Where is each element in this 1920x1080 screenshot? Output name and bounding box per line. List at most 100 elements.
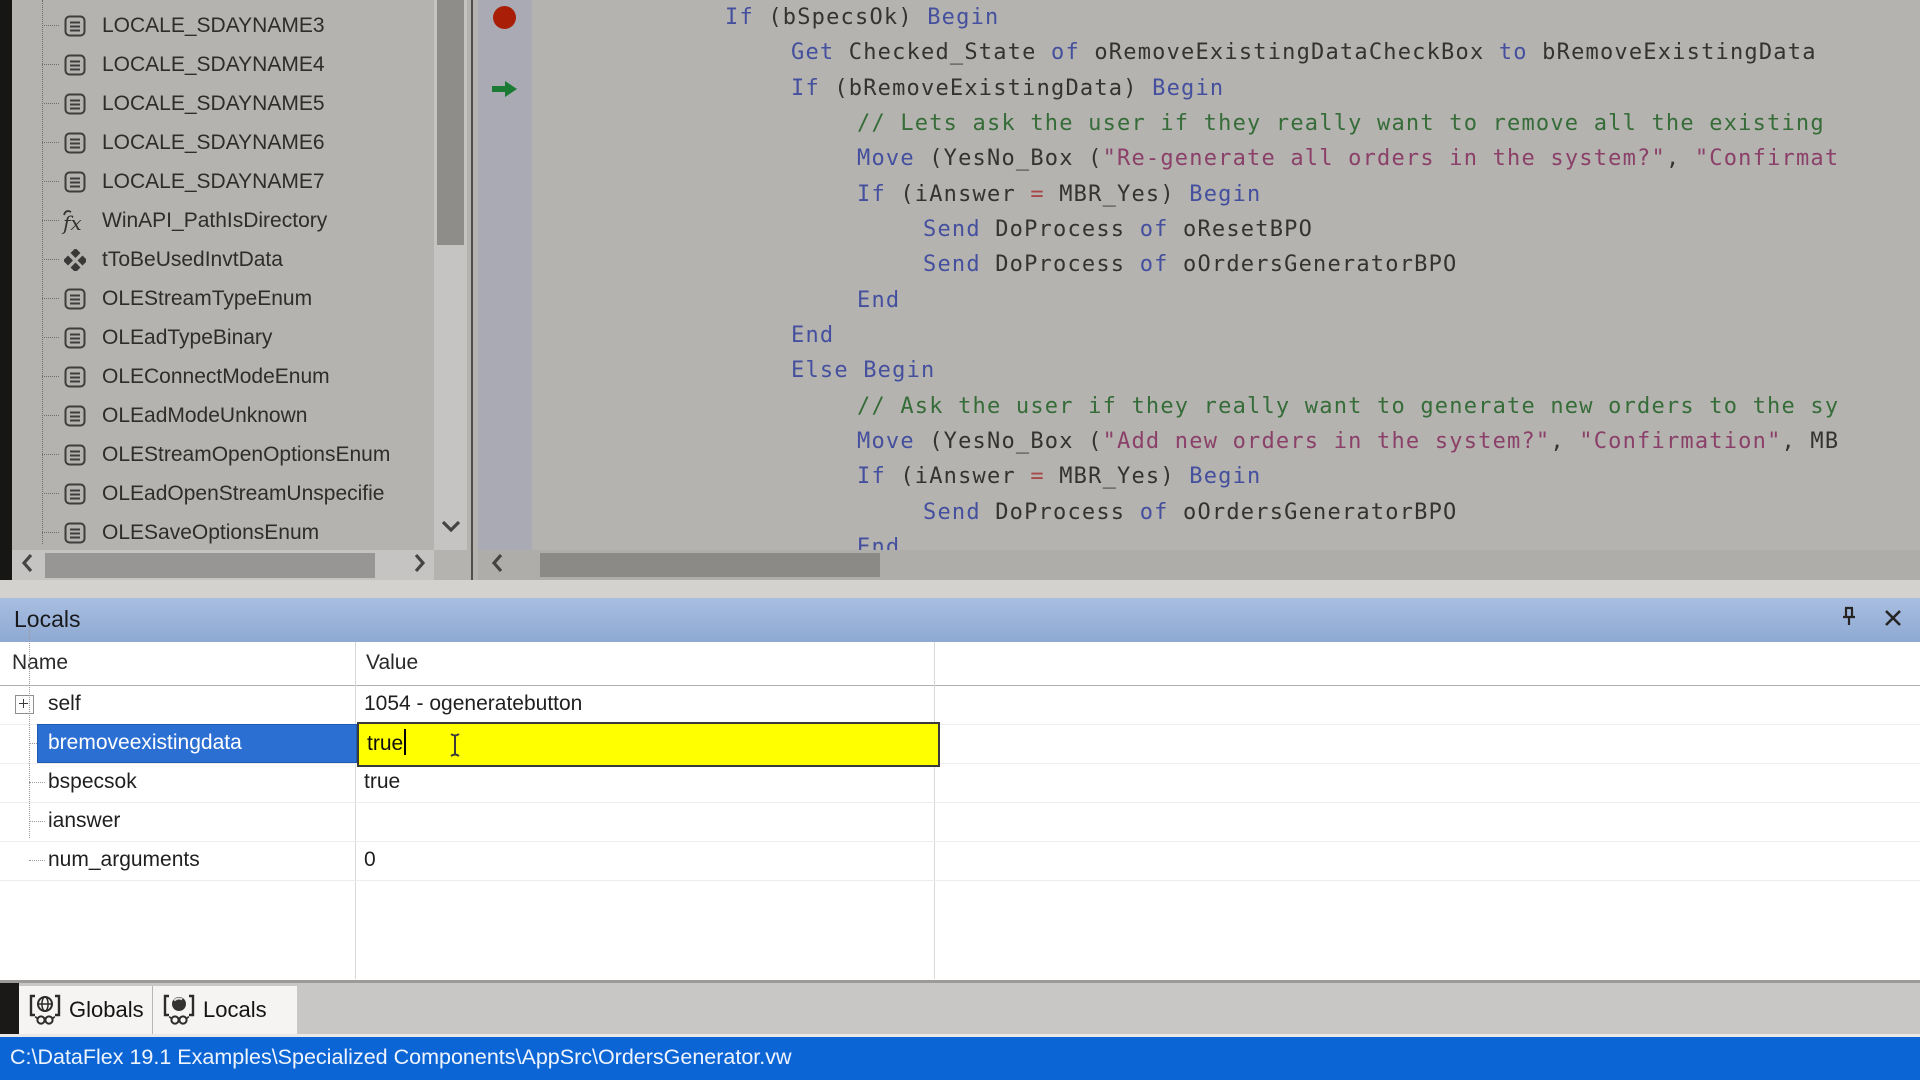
- tree-item-label: LOCALE_SDAYNAME4: [102, 53, 325, 77]
- scroll-down-button[interactable]: [434, 512, 467, 546]
- enum-icon: [63, 287, 87, 311]
- status-bar: C:\DataFlex 19.1 Examples\Specialized Co…: [0, 1037, 1920, 1080]
- tree-item-label: tToBeUsedInvtData: [102, 248, 283, 272]
- tree-item[interactable]: tToBeUsedInvtData: [12, 240, 434, 279]
- value-edit-box[interactable]: true: [357, 722, 940, 767]
- enum-icon: [63, 170, 87, 194]
- tree-connector: [29, 860, 45, 861]
- enum-icon: [63, 443, 87, 467]
- locals-panel-title: Locals: [14, 598, 80, 640]
- tree-item[interactable]: OLEadTypeBinary: [12, 318, 434, 357]
- tree-connector: [42, 64, 59, 65]
- variable-name: bspecsok: [48, 763, 137, 801]
- variable-value[interactable]: 0: [364, 841, 376, 879]
- enum-icon: [63, 131, 87, 155]
- splitter-strip[interactable]: [0, 580, 1920, 598]
- ide-window: LOCALE_SDAYNAME3 LOCALE_SDAYNAME4 LOCALE_S…: [0, 0, 1920, 1080]
- tree-vertical-scrollbar-thumb[interactable]: [437, 0, 464, 245]
- editor-horizontal-scrollbar[interactable]: [478, 550, 1920, 580]
- tree-connector: [42, 454, 59, 455]
- chevron-down-icon: [439, 519, 463, 539]
- symbol-tree: LOCALE_SDAYNAME3 LOCALE_SDAYNAME4 LOCALE_S…: [12, 6, 434, 550]
- locals-row[interactable]: self 1054 - ogeneratebutton: [0, 685, 1920, 725]
- tree-horizontal-scrollbar-thumb[interactable]: [45, 553, 375, 578]
- expand-plus-icon[interactable]: [15, 695, 34, 714]
- enum-icon: [63, 14, 87, 38]
- tree-item[interactable]: OLEStreamTypeEnum: [12, 279, 434, 318]
- tab-locals[interactable]: Locals: [152, 986, 297, 1034]
- tree-item[interactable]: LOCALE_SDAYNAME3: [12, 6, 434, 45]
- symbol-tree-panel: LOCALE_SDAYNAME3 LOCALE_SDAYNAME4 LOCALE_S…: [12, 0, 434, 550]
- column-header-value[interactable]: Value: [366, 642, 418, 684]
- tree-item-label: LOCALE_SDAYNAME7: [102, 170, 325, 194]
- enum-icon: [63, 482, 87, 506]
- tab-globals[interactable]: Globals: [19, 986, 152, 1034]
- tree-item[interactable]: LOCALE_SDAYNAME6: [12, 123, 434, 162]
- tree-item[interactable]: OLESaveOptionsEnum: [12, 513, 434, 550]
- enum-icon: [63, 365, 87, 389]
- debug-tab-bar: Globals Locals: [0, 983, 1920, 1034]
- func-icon: fx: [63, 209, 87, 233]
- tree-item[interactable]: LOCALE_SDAYNAME7: [12, 162, 434, 201]
- pin-button[interactable]: [1834, 605, 1864, 635]
- tree-item-label: OLESaveOptionsEnum: [102, 521, 319, 545]
- variable-name: ianswer: [48, 802, 120, 840]
- tree-item-label: OLEadOpenStreamUnspecifie: [102, 482, 385, 506]
- current-file-path: C:\DataFlex 19.1 Examples\Specialized Co…: [10, 1037, 792, 1078]
- tree-item[interactable]: LOCALE_SDAYNAME5: [12, 84, 434, 123]
- tree-connector: [42, 25, 59, 26]
- tab-label: Globals: [69, 997, 144, 1023]
- editor-horizontal-scrollbar-thumb[interactable]: [540, 553, 880, 577]
- tree-item-label: OLEadTypeBinary: [102, 326, 272, 350]
- variable-value[interactable]: true: [364, 763, 400, 801]
- tree-item-label: OLEadModeUnknown: [102, 404, 307, 428]
- enum-icon: [63, 53, 87, 77]
- variable-value[interactable]: 1054 - ogeneratebutton: [364, 685, 582, 723]
- code-line: If (iAnswer = MBR_Yes) Begin: [532, 459, 1261, 495]
- tree-connector: [29, 782, 45, 783]
- chevron-left-icon: [490, 552, 505, 579]
- tree-item[interactable]: LOCALE_SDAYNAME4: [12, 45, 434, 84]
- tree-connector: [42, 493, 59, 494]
- tree-guide-line: [29, 626, 30, 838]
- tree-item[interactable]: OLEadOpenStreamUnspecifie: [12, 474, 434, 513]
- tree-vertical-scrollbar[interactable]: [434, 0, 467, 550]
- breakpoint-icon[interactable]: [493, 6, 516, 29]
- tree-item[interactable]: fx WinAPI_PathIsDirectory: [12, 201, 434, 240]
- variable-name: self: [48, 685, 81, 723]
- locals-row[interactable]: bremoveexistingdata: [0, 724, 1920, 764]
- enum-icon: [63, 92, 87, 116]
- locals-row[interactable]: num_arguments 0: [0, 841, 1920, 881]
- variable-name: num_arguments: [48, 841, 200, 879]
- close-button[interactable]: [1878, 605, 1908, 635]
- code-line: Send DoProcess of oOrdersGeneratorBPO: [532, 247, 1457, 283]
- tree-item-label: WinAPI_PathIsDirectory: [102, 209, 327, 233]
- code-line: Send DoProcess of oResetBPO: [532, 212, 1313, 248]
- edit-value: true: [367, 732, 403, 755]
- code-line: // Lets ask the user if they really want…: [532, 106, 1825, 142]
- tree-connector: [42, 415, 59, 416]
- scroll-right-button[interactable]: [404, 550, 434, 581]
- column-header-name[interactable]: Name: [12, 642, 68, 684]
- variable-name: bremoveexistingdata: [48, 725, 242, 761]
- selected-row-highlight: bremoveexistingdata: [37, 724, 357, 763]
- tree-connector: [42, 337, 59, 338]
- tree-connector: [42, 298, 59, 299]
- editor-gutter[interactable]: [478, 0, 532, 550]
- locals-titlebar[interactable]: Locals: [0, 598, 1920, 642]
- code-line: Move (YesNo_Box ("Add new orders in the …: [532, 424, 1839, 460]
- scroll-left-button[interactable]: [12, 550, 42, 581]
- locals-row[interactable]: ianswer: [0, 802, 1920, 842]
- code-area: If (bSpecsOk) BeginGet Checked_State of …: [532, 0, 1920, 550]
- code-line: Get Checked_State of oRemoveExistingData…: [532, 35, 1817, 71]
- tabbar-edge-strip: [0, 983, 19, 1034]
- text-caret: [404, 729, 406, 755]
- scroll-left-button[interactable]: [482, 550, 512, 581]
- tree-horizontal-scrollbar[interactable]: [12, 550, 434, 581]
- locals-row[interactable]: bspecsok true: [0, 763, 1920, 803]
- tree-item[interactable]: OLEStreamOpenOptionsEnum: [12, 435, 434, 474]
- tree-item-label: OLEConnectModeEnum: [102, 365, 330, 389]
- struct-icon: [63, 248, 87, 272]
- tree-item[interactable]: OLEadModeUnknown: [12, 396, 434, 435]
- tree-item[interactable]: OLEConnectModeEnum: [12, 357, 434, 396]
